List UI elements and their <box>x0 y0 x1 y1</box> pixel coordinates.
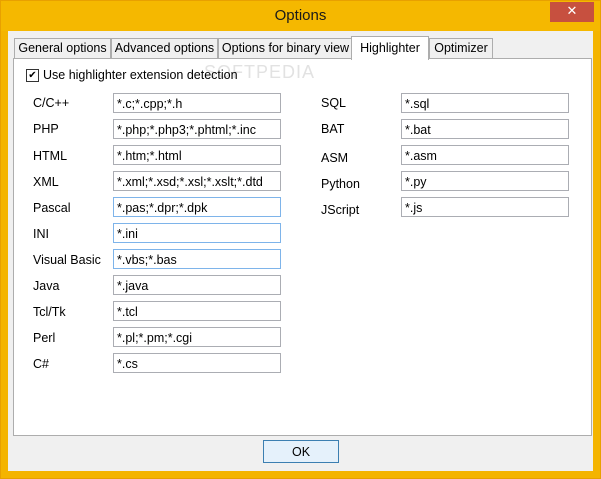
field-sql[interactable]: *.sql <box>401 93 569 113</box>
options-window: Options ✕ General options Advanced optio… <box>0 0 601 479</box>
dialog-body: General options Advanced options Options… <box>8 31 593 471</box>
field-perl[interactable]: *.pl;*.pm;*.cgi <box>113 327 281 347</box>
field-cpp[interactable]: *.c;*.cpp;*.h <box>113 93 281 113</box>
field-html[interactable]: *.htm;*.html <box>113 145 281 165</box>
tab-general-options[interactable]: General options <box>14 38 111 58</box>
checkmark-icon: ✔ <box>28 70 37 81</box>
label-python: Python <box>321 177 360 191</box>
tab-advanced-options[interactable]: Advanced options <box>111 38 218 58</box>
label-sql: SQL <box>321 96 347 110</box>
field-php[interactable]: *.php;*.php3;*.phtml;*.inc <box>113 119 281 139</box>
extension-detection-label[interactable]: Use highlighter extension detection <box>43 68 238 82</box>
field-tcl-tk[interactable]: *.tcl <box>113 301 281 321</box>
tab-highlighter[interactable]: Highlighter <box>351 36 429 60</box>
window-title: Options <box>274 7 327 24</box>
field-pascal[interactable]: *.pas;*.dpr;*.dpk <box>113 197 281 217</box>
label-perl: Perl <box>33 331 56 345</box>
label-bat: BAT <box>321 122 345 136</box>
tab-optimizer[interactable]: Optimizer <box>429 38 493 58</box>
field-visual-basic[interactable]: *.vbs;*.bas <box>113 249 281 269</box>
label-jscript: JScript <box>321 203 360 217</box>
extension-detection-checkbox[interactable]: ✔ <box>26 69 39 82</box>
label-pascal: Pascal <box>33 201 71 215</box>
label-ini: INI <box>33 227 49 241</box>
field-python[interactable]: *.py <box>401 171 569 191</box>
close-button[interactable]: ✕ <box>550 2 594 22</box>
label-cpp: C/C++ <box>33 96 70 110</box>
field-jscript[interactable]: *.js <box>401 197 569 217</box>
tab-options-binary-view[interactable]: Options for binary view <box>218 38 353 58</box>
label-visual-basic: Visual Basic <box>33 253 101 267</box>
field-xml[interactable]: *.xml;*.xsd;*.xsl;*.xslt;*.dtd <box>113 171 281 191</box>
field-asm[interactable]: *.asm <box>401 145 569 165</box>
ok-button[interactable]: OK <box>263 440 339 463</box>
field-ini[interactable]: *.ini <box>113 223 281 243</box>
label-tcl-tk: Tcl/Tk <box>33 305 66 319</box>
highlighter-panel: SOFTPEDIA ✔ Use highlighter extension de… <box>13 58 592 436</box>
label-csharp: C# <box>33 357 49 371</box>
label-xml: XML <box>33 175 59 189</box>
field-java[interactable]: *.java <box>113 275 281 295</box>
label-java: Java <box>33 279 60 293</box>
field-bat[interactable]: *.bat <box>401 119 569 139</box>
label-html: HTML <box>33 149 68 163</box>
label-asm: ASM <box>321 151 349 165</box>
label-php: PHP <box>33 122 59 136</box>
close-icon: ✕ <box>566 4 578 19</box>
title-bar[interactable]: Options ✕ <box>1 1 600 31</box>
field-csharp[interactable]: *.cs <box>113 353 281 373</box>
